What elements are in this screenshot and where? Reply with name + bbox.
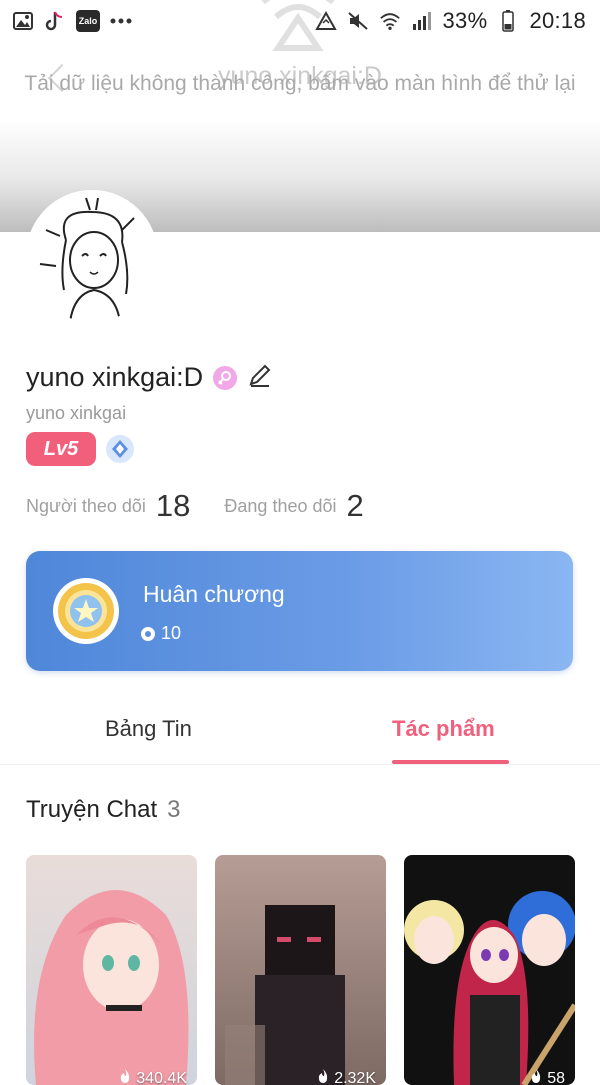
wifi-icon [379,10,401,32]
profile-tabs: Bảng Tin Tác phẩm [0,700,600,765]
following-count[interactable]: 2 [347,488,364,524]
status-bar: Zalo 33% 20:18 [0,0,600,42]
story-views-count: 58 [547,1070,565,1085]
story-card[interactable]: 340.4K [26,855,197,1085]
name-row: yuno xinkgai:D [26,362,273,393]
battery-percent: 33% [443,8,488,34]
story-cover-image [404,855,575,1085]
story-views: 2.32K [316,1068,376,1085]
followers-label[interactable]: Người theo dõi [26,496,146,517]
story-views-count: 340.4K [136,1070,187,1085]
female-gender-icon [213,366,237,390]
story-cover-image [215,855,386,1085]
diamond-badge-icon[interactable] [106,435,134,463]
more-dots-icon [110,10,132,32]
story-views: 340.4K [118,1068,187,1085]
gallery-icon [12,10,34,32]
following-label[interactable]: Đang theo dõi [224,496,336,517]
medal-card[interactable]: Huân chương 10 [26,551,573,671]
followers-count[interactable]: 18 [156,488,190,524]
tiktok-icon [44,10,66,32]
tab-news-feed[interactable]: Bảng Tin [105,716,192,742]
story-cover-image [26,855,197,1085]
avatar[interactable] [26,190,158,322]
signal-icon [411,10,433,32]
fire-icon [118,1068,132,1085]
mute-icon [347,10,369,32]
tab-works[interactable]: Tác phẩm [392,716,495,742]
section-title: Truyện Chat [26,796,157,823]
fire-icon [316,1068,330,1085]
zalo-icon: Zalo [76,10,100,32]
username: yuno xinkgai [26,403,126,424]
active-tab-indicator [392,760,509,764]
medal-count-icon [141,627,155,641]
fire-icon [529,1068,543,1085]
story-card[interactable]: 2.32K [215,855,386,1085]
section-header: Truyện Chat 3 [26,796,181,824]
follow-stats: Người theo dõi 18 Đang theo dõi 2 [26,488,398,524]
story-card[interactable]: 58 [404,855,575,1085]
medal-icon [52,577,120,645]
edit-pencil-icon[interactable] [247,362,273,393]
medal-title: Huân chương [143,581,285,608]
medal-count: 10 [161,623,181,644]
story-list: 340.4K 2.32K [26,855,575,1085]
medal-count-row: 10 [141,623,181,644]
story-views: 58 [529,1068,565,1085]
network-icon [315,10,337,32]
section-count: 3 [167,796,180,823]
load-error-message[interactable]: Tải dữ liệu không thành công, bấm vào mà… [20,70,580,98]
battery-icon [497,10,519,32]
badges-row: Lv5 [26,432,134,466]
story-views-count: 2.32K [334,1070,376,1085]
clock: 20:18 [529,8,586,34]
level-badge[interactable]: Lv5 [26,432,96,466]
display-name: yuno xinkgai:D [26,362,203,393]
